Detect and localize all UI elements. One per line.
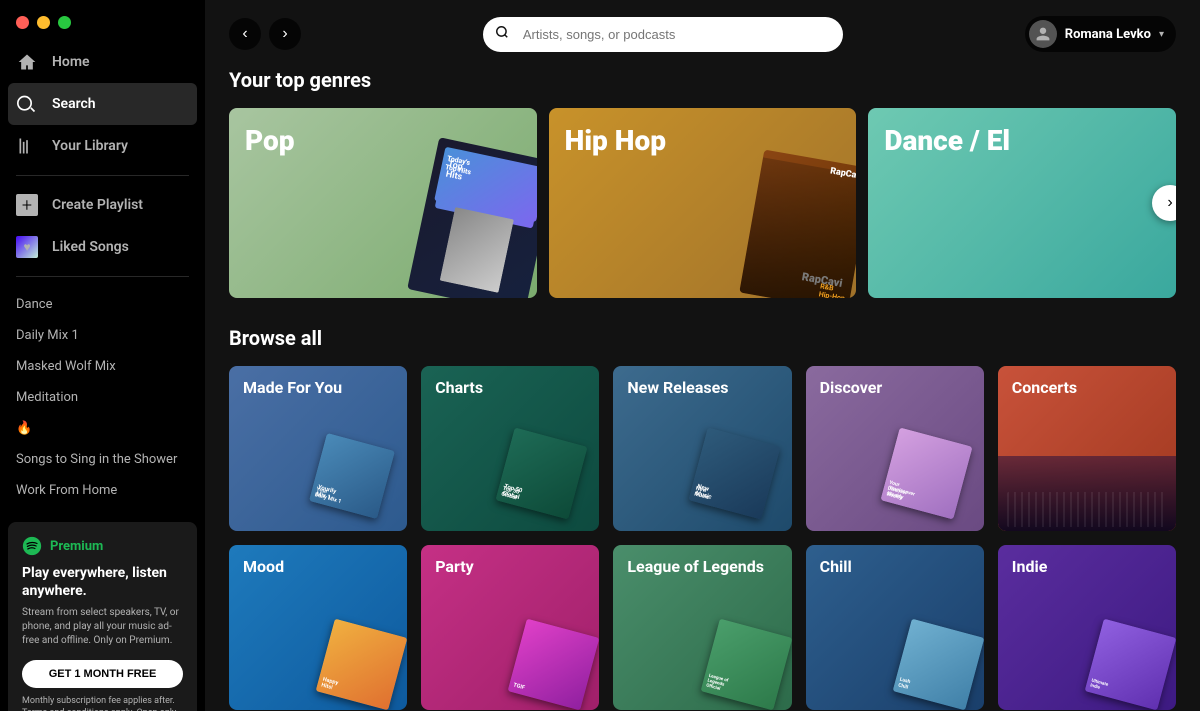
premium-title: Play everywhere, listen anywhere. (22, 564, 183, 600)
genre-pop-label: Pop (245, 124, 295, 157)
browse-title: Browse all (229, 326, 1176, 350)
sidebar-home-label: Home (52, 54, 90, 70)
home-icon (16, 51, 38, 73)
discover-label: Discover (820, 378, 883, 397)
browse-card-made-for-you[interactable]: Made For You YourDaily Mix 1 (229, 366, 407, 531)
charts-label: Charts (435, 378, 483, 397)
search-bar-icon (495, 25, 509, 43)
genre-dance-label: Dance / El (884, 124, 1010, 157)
hiphop-decoration: RapCavi R&BHip-Hop (740, 150, 857, 298)
browse-card-charts[interactable]: Charts Top 50Global (421, 366, 599, 531)
search-input[interactable] (483, 17, 843, 52)
browse-section: Browse all Made For You YourDaily Mix 1 … (229, 326, 1176, 710)
minimize-button[interactable] (37, 16, 50, 29)
concerts-label: Concerts (1012, 378, 1077, 397)
maximize-button[interactable] (58, 16, 71, 29)
browse-card-discover[interactable]: Discover YourDiscoverWeekly (806, 366, 984, 531)
plus-icon: + (16, 194, 38, 216)
mood-label: Mood (243, 557, 284, 576)
premium-description: Stream from select speakers, TV, or phon… (22, 606, 183, 648)
main-nav: Home Search Your Library (0, 41, 205, 167)
discover-decoration: YourDiscoverWeekly (880, 428, 972, 520)
sidebar-item-library[interactable]: Your Library (8, 125, 197, 167)
concerts-decoration (998, 456, 1176, 531)
heart-icon: ♥ (16, 236, 38, 258)
genre-card-dance[interactable]: Dance / El (868, 108, 1176, 298)
browse-card-concerts[interactable]: Concerts (998, 366, 1176, 531)
made-for-you-decoration: YourDaily Mix 1 (309, 433, 395, 519)
chevron-down-icon: ▾ (1159, 29, 1164, 40)
search-icon (16, 93, 38, 115)
lol-label: League of Legends (627, 557, 764, 576)
sidebar-item-search[interactable]: Search (8, 83, 197, 125)
create-playlist-button[interactable]: + Create Playlist (8, 184, 197, 226)
playlist-songs-shower[interactable]: Songs to Sing in the Shower (8, 444, 197, 475)
search-bar (483, 17, 843, 52)
sidebar-item-home[interactable]: Home (8, 41, 197, 83)
sidebar-search-label: Search (52, 96, 96, 112)
avatar (1029, 20, 1057, 48)
made-for-you-label: Made For You (243, 378, 342, 397)
charts-decoration: Top 50Global (496, 428, 588, 520)
genre-hiphop-label: Hip Hop (565, 124, 666, 157)
browse-grid: Made For You YourDaily Mix 1 Charts Top … (229, 366, 1176, 710)
divider-2 (16, 276, 189, 277)
window-controls (0, 0, 205, 41)
action-items: + Create Playlist ♥ Liked Songs (0, 184, 205, 268)
playlist-masked-wolf[interactable]: Masked Wolf Mix (8, 351, 197, 382)
library-icon (16, 135, 38, 157)
playlist-work-from-home[interactable]: Work From Home (8, 475, 197, 506)
new-releases-decoration: NewMusic (688, 428, 780, 520)
browse-card-new-releases[interactable]: New Releases NewMusic (613, 366, 791, 531)
user-name: Romana Levko (1065, 27, 1151, 42)
sidebar: Home Search Your Library + Create Playli… (0, 0, 205, 711)
lol-decoration: League ofLegendsOfficial (700, 619, 791, 710)
user-menu[interactable]: Romana Levko ▾ (1025, 16, 1176, 52)
genres-row: Pop Today'sTop Hits Hip Hop (229, 108, 1176, 298)
browse-card-indie[interactable]: Indie UltimateIndie (998, 545, 1176, 710)
pop-decoration: Today'sTop Hits (407, 137, 537, 298)
playlist-fire[interactable]: 🔥 (8, 413, 197, 444)
genre-card-hiphop[interactable]: Hip Hop RapCavi R&BHip-Hop (549, 108, 857, 298)
mood-decoration: HappyHits! (316, 619, 407, 710)
divider-1 (16, 175, 189, 176)
indie-label: Indie (1012, 557, 1048, 576)
premium-label: Premium (50, 539, 103, 554)
content-area: Your top genres Pop Today'sTop Hits (205, 68, 1200, 711)
playlist-daily-mix-1[interactable]: Daily Mix 1 (8, 320, 197, 351)
back-button[interactable]: ‹ (229, 18, 261, 50)
playlist-dance[interactable]: Dance (8, 289, 197, 320)
browse-card-party[interactable]: Party TGIF (421, 545, 599, 710)
premium-header: Premium (22, 536, 183, 556)
indie-decoration: UltimateIndie (1085, 619, 1176, 710)
genres-title: Your top genres (229, 68, 1176, 92)
new-releases-label: New Releases (627, 378, 728, 397)
playlist-meditation[interactable]: Meditation (8, 382, 197, 413)
topbar: ‹ › Romana Levko ▾ (205, 0, 1200, 68)
browse-card-league-of-legends[interactable]: League of Legends League ofLegendsOffici… (613, 545, 791, 710)
premium-button[interactable]: GET 1 MONTH FREE (22, 660, 183, 688)
create-playlist-label: Create Playlist (52, 197, 143, 213)
genres-section: Your top genres Pop Today'sTop Hits (229, 68, 1176, 298)
liked-songs-button[interactable]: ♥ Liked Songs (8, 226, 197, 268)
chill-label: Chill (820, 557, 852, 576)
close-button[interactable] (16, 16, 29, 29)
forward-button[interactable]: › (269, 18, 301, 50)
sidebar-library-label: Your Library (52, 138, 128, 154)
premium-footnote: Monthly subscription fee applies after. … (22, 696, 183, 711)
premium-banner: Premium Play everywhere, listen anywhere… (8, 522, 197, 711)
navigation-arrows: ‹ › (229, 18, 301, 50)
browse-card-chill[interactable]: Chill LushChill (806, 545, 984, 710)
main-content: ‹ › Romana Levko ▾ Your top genres (205, 0, 1200, 711)
party-label: Party (435, 557, 474, 576)
chill-decoration: LushChill (892, 619, 983, 710)
browse-card-mood[interactable]: Mood HappyHits! (229, 545, 407, 710)
party-decoration: TGIF (508, 619, 599, 710)
liked-songs-label: Liked Songs (52, 239, 129, 255)
genre-card-pop[interactable]: Pop Today'sTop Hits (229, 108, 537, 298)
spotify-logo (22, 536, 42, 556)
playlist-list: Dance Daily Mix 1 Masked Wolf Mix Medita… (0, 285, 205, 510)
